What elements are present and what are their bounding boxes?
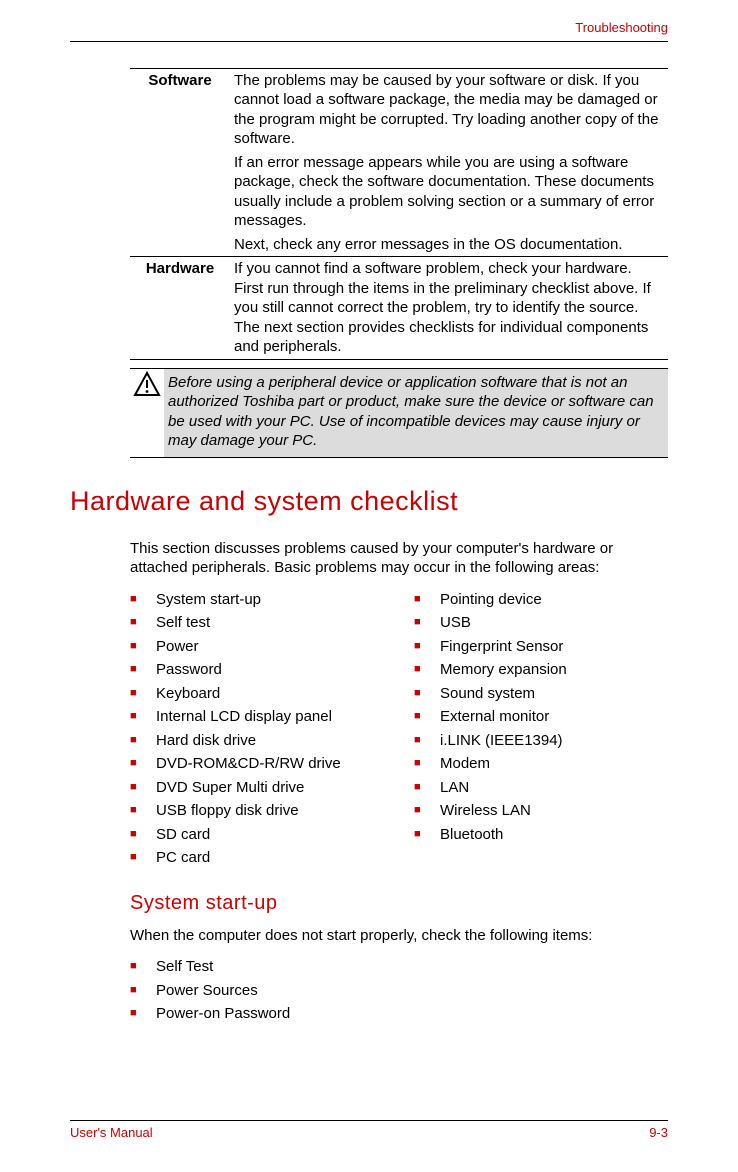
caution-icon — [130, 369, 164, 457]
subsection-list: Self Test Power Sources Power-on Passwor… — [130, 957, 668, 1024]
definition-paragraph: If you cannot find a software problem, c… — [234, 259, 664, 357]
list-item: Password — [130, 660, 384, 680]
subsection-intro: When the computer does not start properl… — [130, 926, 668, 946]
list-item: USB floppy disk drive — [130, 801, 384, 821]
table-row: Hardware If you cannot find a software p… — [130, 257, 668, 360]
term-cell: Software — [130, 68, 230, 257]
list-item: Fingerprint Sensor — [414, 637, 668, 657]
list-item: LAN — [414, 778, 668, 798]
table-row: Software The problems may be caused by y… — [130, 68, 668, 257]
list-item: Self test — [130, 613, 384, 633]
list-item: External monitor — [414, 707, 668, 727]
caution-callout: Before using a peripheral device or appl… — [130, 368, 668, 458]
list-item: Memory expansion — [414, 660, 668, 680]
definition-paragraph: If an error message appears while you ar… — [234, 153, 664, 231]
section-intro: This section discusses problems caused b… — [130, 539, 668, 578]
list-item: Keyboard — [130, 684, 384, 704]
list-item: Internal LCD display panel — [130, 707, 384, 727]
header-rule — [70, 41, 668, 42]
subsection-title: System start-up — [130, 890, 668, 916]
list-item: Power-on Password — [130, 1004, 668, 1024]
list-item: Bluetooth — [414, 825, 668, 845]
term-cell: Hardware — [130, 257, 230, 360]
list-item: DVD Super Multi drive — [130, 778, 384, 798]
list-item: Self Test — [130, 957, 668, 977]
list-item: Wireless LAN — [414, 801, 668, 821]
checklist-col2: Pointing device USB Fingerprint Sensor M… — [414, 590, 668, 872]
list-item: Hard disk drive — [130, 731, 384, 751]
list-item: DVD-ROM&CD-R/RW drive — [130, 754, 384, 774]
content-area: Software The problems may be caused by y… — [70, 68, 668, 1024]
list-item: PC card — [130, 848, 384, 868]
list-item: i.LINK (IEEE1394) — [414, 731, 668, 751]
list-item: System start-up — [130, 590, 384, 610]
page-header: Troubleshooting — [70, 20, 668, 48]
list-item: Power Sources — [130, 981, 668, 1001]
list-item: SD card — [130, 825, 384, 845]
list-item: Modem — [414, 754, 668, 774]
definition-paragraph: Next, check any error messages in the OS… — [234, 235, 664, 255]
definition-cell: The problems may be caused by your softw… — [230, 68, 668, 257]
definition-table: Software The problems may be caused by y… — [130, 68, 668, 360]
list-item: Pointing device — [414, 590, 668, 610]
footer-right: 9-3 — [649, 1125, 668, 1142]
list-item: Power — [130, 637, 384, 657]
checklist-col1: System start-up Self test Power Password… — [130, 590, 384, 872]
footer-left: User's Manual — [70, 1125, 153, 1142]
definition-cell: If you cannot find a software problem, c… — [230, 257, 668, 360]
page-footer: User's Manual 9-3 — [70, 1120, 668, 1142]
list-item: USB — [414, 613, 668, 633]
checklist-columns: System start-up Self test Power Password… — [130, 590, 668, 872]
caution-text: Before using a peripheral device or appl… — [164, 369, 668, 457]
section-title: Hardware and system checklist — [70, 484, 668, 519]
definition-paragraph: The problems may be caused by your softw… — [234, 71, 664, 149]
list-item: Sound system — [414, 684, 668, 704]
header-section-label: Troubleshooting — [575, 20, 668, 35]
